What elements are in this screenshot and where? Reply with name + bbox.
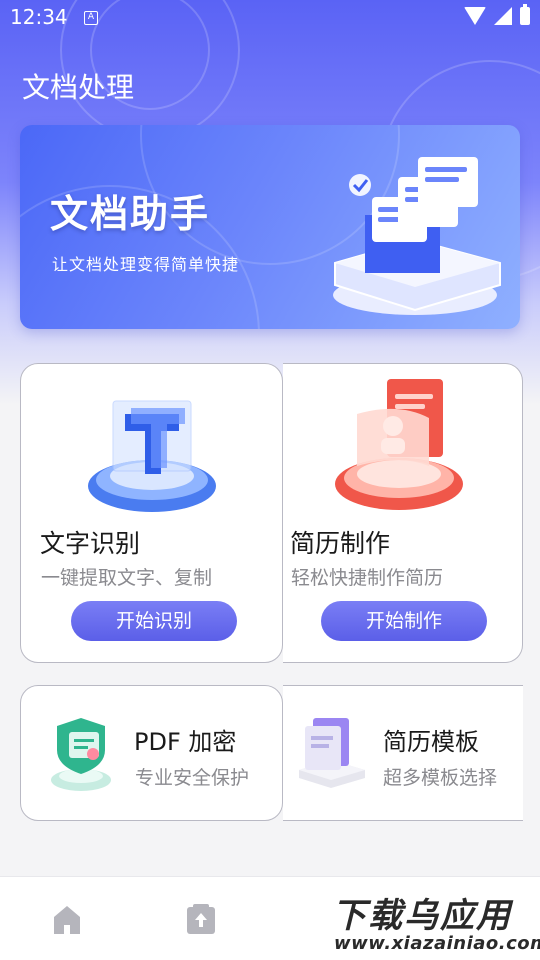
resume-subtitle: 轻松快捷制作简历 bbox=[291, 567, 444, 589]
resume-template-card[interactable]: 简历模板 超多模板选择 bbox=[283, 685, 523, 821]
watermark-logo: 下载乌应用 www.xiazainiao.com bbox=[322, 884, 540, 960]
pdf-encrypt-card[interactable]: PDF 加密 专业安全保护 bbox=[20, 685, 283, 821]
status-time: 12:34 bbox=[10, 5, 68, 29]
banner-subtitle: 让文档处理变得简单快捷 bbox=[52, 255, 240, 274]
template-title: 简历模板 bbox=[383, 728, 479, 756]
battery-icon bbox=[520, 4, 530, 25]
shield-lock-icon bbox=[51, 718, 111, 791]
home-icon[interactable] bbox=[50, 903, 84, 937]
ocr-subtitle: 一键提取文字、复制 bbox=[41, 567, 213, 589]
ocr-title: 文字识别 bbox=[40, 529, 141, 558]
wifi-icon bbox=[464, 7, 486, 25]
resume-card[interactable]: 简历制作 轻松快捷制作简历 开始制作 bbox=[283, 363, 523, 663]
template-stack-icon bbox=[299, 718, 365, 788]
banner-title: 文档助手 bbox=[50, 192, 211, 236]
template-subtitle: 超多模板选择 bbox=[383, 767, 498, 789]
status-icons bbox=[464, 4, 530, 25]
resume-title: 简历制作 bbox=[290, 529, 391, 558]
promo-banner[interactable]: 文档助手 让文档处理变得简单快捷 bbox=[20, 125, 520, 329]
notification-icon: A bbox=[84, 11, 98, 25]
start-resume-button[interactable]: 开始制作 bbox=[321, 601, 487, 641]
document-icon[interactable] bbox=[184, 903, 218, 937]
status-bar: 12:34 A bbox=[0, 0, 540, 36]
signal-icon bbox=[494, 7, 512, 25]
pdf-encrypt-title: PDF 加密 bbox=[134, 728, 237, 756]
document-stack-illustration bbox=[333, 157, 501, 315]
resume-icon bbox=[335, 379, 463, 510]
watermark-text: 下载乌应用 bbox=[332, 896, 512, 936]
text-recognition-icon bbox=[88, 400, 216, 512]
pdf-encrypt-subtitle: 专业安全保护 bbox=[135, 767, 250, 789]
start-ocr-button[interactable]: 开始识别 bbox=[71, 601, 237, 641]
ocr-card[interactable]: 文字识别 一键提取文字、复制 开始识别 bbox=[20, 363, 283, 663]
page-title: 文档处理 bbox=[22, 71, 135, 104]
watermark-url: www.xiazainiao.com bbox=[334, 933, 540, 954]
